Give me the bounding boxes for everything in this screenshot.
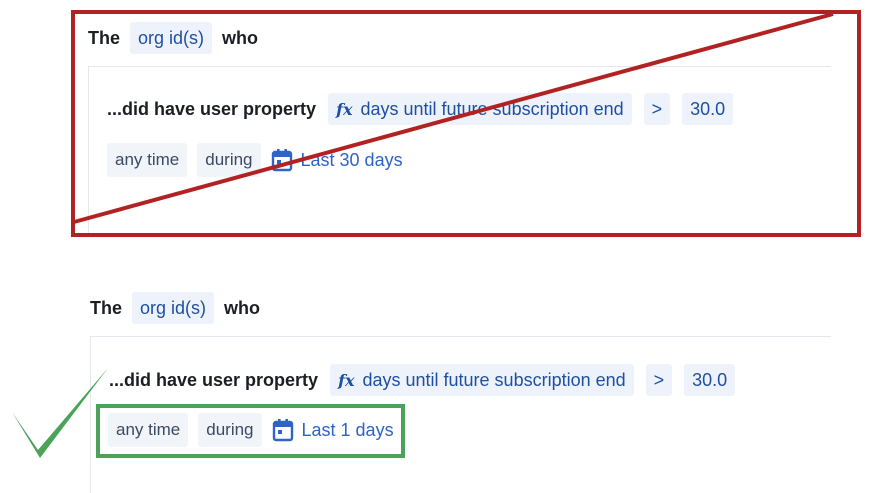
correct-highlight-box	[96, 404, 405, 458]
fx-icon: fx	[336, 99, 353, 119]
entity-selector[interactable]: org id(s)	[132, 292, 215, 324]
query-header-bottom: The org id(s) who	[90, 292, 260, 324]
date-range-label: Last 30 days	[300, 149, 403, 170]
clause-label: ...did have user property	[107, 98, 317, 119]
operator-selector[interactable]: >	[643, 93, 671, 125]
property-selector[interactable]: fx days until future subscription end	[330, 364, 634, 396]
timing-selector[interactable]: any time	[107, 143, 188, 177]
calendar-icon	[271, 148, 293, 172]
operator-selector[interactable]: >	[645, 364, 673, 396]
date-range-picker[interactable]: Last 30 days	[271, 143, 403, 177]
query-header-top: The org id(s) who	[88, 22, 258, 54]
clause-label: ...did have user property	[109, 369, 319, 390]
value-input[interactable]: 30.0	[684, 364, 736, 396]
property-selector[interactable]: fx days until future subscription end	[328, 93, 632, 125]
fx-icon: fx	[338, 370, 355, 390]
entity-selector[interactable]: org id(s)	[130, 22, 213, 54]
who-label: who	[224, 297, 261, 318]
during-selector[interactable]: during	[197, 143, 261, 177]
property-name: days until future subscription end	[362, 369, 626, 390]
who-label: who	[222, 27, 259, 48]
the-label: The	[90, 297, 123, 318]
condition-card-top: ...did have user property fx days until …	[88, 66, 831, 237]
the-label: The	[88, 27, 121, 48]
property-name: days until future subscription end	[360, 98, 624, 119]
value-input[interactable]: 30.0	[682, 93, 734, 125]
